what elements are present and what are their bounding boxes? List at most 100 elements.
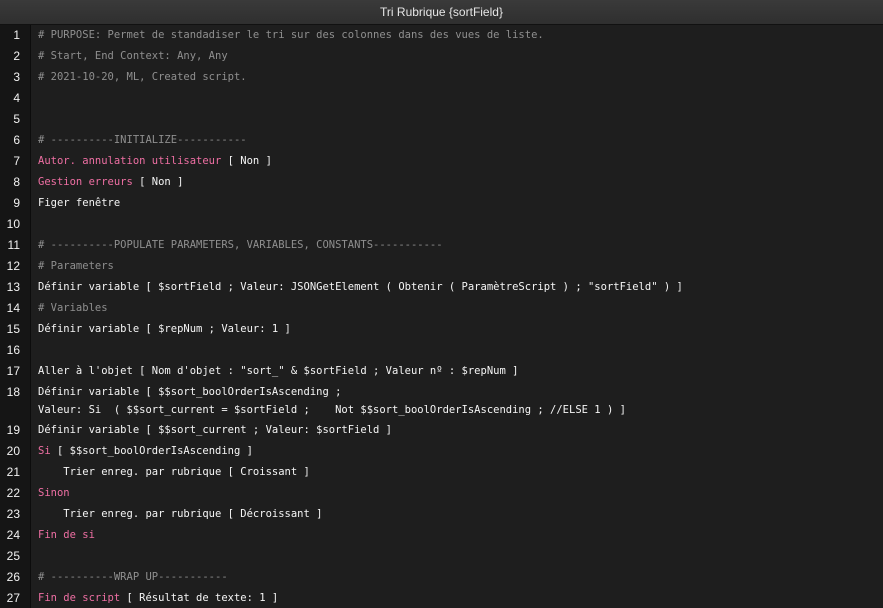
comment-text: # 2021-10-20, ML, Created script.	[38, 71, 247, 83]
line-number: 23	[6, 507, 20, 521]
step-text: Définir variable [ $repNum ; Valeur: 1 ]	[38, 323, 291, 335]
script-line[interactable]: 26 # ----------WRAP UP-----------	[0, 567, 883, 588]
line-number: 13	[6, 280, 20, 294]
comment-text: # Start, End Context: Any, Any	[38, 50, 228, 62]
line-number: 2	[13, 49, 20, 63]
script-line[interactable]: 2 # Start, End Context: Any, Any	[0, 46, 883, 67]
line-number: 18	[6, 385, 20, 399]
script-line[interactable]: 14 # Variables	[0, 298, 883, 319]
step-parameters: [ Résultat de texte: 1 ]	[120, 592, 279, 604]
script-step: # ----------INITIALIZE-----------	[38, 130, 877, 151]
line-number: 15	[6, 322, 20, 336]
script-editor[interactable]: 1 # PURPOSE: Permet de standadiser le tri…	[0, 25, 883, 608]
script-step: Trier enreg. par rubrique [ Croissant ]	[38, 462, 877, 483]
script-step: # ----------WRAP UP-----------	[38, 567, 877, 588]
step-text: Définir variable [ $$sort_current ; Vale…	[38, 424, 393, 436]
step-text: Définir variable [ $$sort_boolOrderIsAsc…	[38, 386, 626, 416]
line-number: 19	[6, 423, 20, 437]
script-step: Aller à l'objet [ Nom d'objet : "sort_" …	[38, 361, 877, 382]
script-step: Fin de script [ Résultat de texte: 1 ]	[38, 588, 877, 608]
script-step: Gestion erreurs [ Non ]	[38, 172, 877, 193]
script-line[interactable]: 9 Figer fenêtre	[0, 193, 883, 214]
line-number: 17	[6, 364, 20, 378]
script-line[interactable]: 8 Gestion erreurs [ Non ]	[0, 172, 883, 193]
step-text: Définir variable [ $sortField ; Valeur: …	[38, 281, 683, 293]
script-line[interactable]: 21 Trier enreg. par rubrique [ Croissant…	[0, 462, 883, 483]
script-line[interactable]: 18 Définir variable [ $$sort_boolOrderIsA…	[0, 382, 883, 420]
script-step: Fin de si	[38, 525, 877, 546]
script-step: Trier enreg. par rubrique [ Décroissant …	[38, 504, 877, 525]
line-number: 25	[6, 549, 20, 563]
script-line[interactable]: 1 # PURPOSE: Permet de standadiser le tri…	[0, 25, 883, 46]
script-line[interactable]: 15 Définir variable [ $repNum ; Valeur: 1…	[0, 319, 883, 340]
script-step: # Variables	[38, 298, 877, 319]
script-line[interactable]: 7 Autor. annulation utilisateur [ Non ]	[0, 151, 883, 172]
script-step: # ----------POPULATE PARAMETERS, VARIABL…	[38, 235, 877, 256]
line-number: 24	[6, 528, 20, 542]
control-keyword: Fin de script	[38, 592, 121, 604]
control-keyword: Fin de si	[38, 529, 95, 541]
line-number: 7	[13, 154, 20, 168]
line-number: 4	[13, 91, 20, 105]
script-line[interactable]: 11 # ----------POPULATE PARAMETERS, VARIA…	[0, 235, 883, 256]
script-step: Définir variable [ $$sort_boolOrderIsAsc…	[38, 383, 877, 419]
line-number: 10	[6, 217, 20, 231]
line-number: 5	[13, 112, 20, 126]
script-line[interactable]: 17 Aller à l'objet [ Nom d'objet : "sort_…	[0, 361, 883, 382]
step-parameters: [ $$sort_boolOrderIsAscending ]	[50, 445, 253, 457]
comment-text: # PURPOSE: Permet de standadiser le tri …	[38, 29, 544, 41]
comment-text: # ----------INITIALIZE-----------	[38, 134, 247, 146]
script-line[interactable]: 6 # ----------INITIALIZE-----------	[0, 130, 883, 151]
script-line[interactable]: 16	[0, 340, 883, 361]
line-number: 14	[6, 301, 20, 315]
line-number: 27	[6, 591, 20, 605]
script-line[interactable]: 13 Définir variable [ $sortField ; Valeur…	[0, 277, 883, 298]
script-line[interactable]: 22 Sinon	[0, 483, 883, 504]
line-number: 11	[7, 238, 20, 252]
line-number: 26	[6, 570, 20, 584]
script-line[interactable]: 25	[0, 546, 883, 567]
step-text: Trier enreg. par rubrique [ Croissant ]	[38, 466, 310, 478]
step-text: Aller à l'objet [ Nom d'objet : "sort_" …	[38, 365, 519, 377]
script-line[interactable]: 20 Si [ $$sort_boolOrderIsAscending ]	[0, 441, 883, 462]
script-step: Définir variable [ $$sort_current ; Vale…	[38, 420, 877, 441]
script-step: Figer fenêtre	[38, 193, 877, 214]
line-number: 21	[6, 465, 20, 479]
script-step: Sinon	[38, 483, 877, 504]
script-step: # Start, End Context: Any, Any	[38, 46, 877, 67]
script-editor-window: Tri Rubrique {sortField} 1 # PURPOSE: Per…	[0, 0, 883, 608]
script-step: Définir variable [ $sortField ; Valeur: …	[38, 277, 877, 298]
script-line[interactable]: 3 # 2021-10-20, ML, Created script.	[0, 67, 883, 88]
script-step: Autor. annulation utilisateur [ Non ]	[38, 151, 877, 172]
step-text: Figer fenêtre	[38, 197, 121, 209]
comment-text: # Variables	[38, 302, 108, 314]
script-line[interactable]: 12 # Parameters	[0, 256, 883, 277]
script-line[interactable]: 4	[0, 88, 883, 109]
line-number: 9	[13, 196, 20, 210]
control-keyword: Sinon	[38, 487, 70, 499]
script-line[interactable]: 5	[0, 109, 883, 130]
comment-text: # ----------POPULATE PARAMETERS, VARIABL…	[38, 239, 443, 251]
control-keyword: Si	[38, 445, 51, 457]
line-number: 12	[6, 259, 20, 273]
control-keyword: Gestion erreurs	[38, 176, 133, 188]
script-line[interactable]: 23 Trier enreg. par rubrique [ Décroissa…	[0, 504, 883, 525]
line-number: 3	[13, 70, 20, 84]
window-title: Tri Rubrique {sortField}	[0, 0, 883, 25]
script-step: Définir variable [ $repNum ; Valeur: 1 ]	[38, 319, 877, 340]
comment-text: # Parameters	[38, 260, 114, 272]
line-number: 6	[13, 133, 20, 147]
script-line[interactable]: 24 Fin de si	[0, 525, 883, 546]
script-line[interactable]: 19 Définir variable [ $$sort_current ; Va…	[0, 420, 883, 441]
script-step: # 2021-10-20, ML, Created script.	[38, 67, 877, 88]
line-number: 22	[6, 486, 20, 500]
control-keyword: Autor. annulation utilisateur	[38, 155, 222, 167]
script-line[interactable]: 10	[0, 214, 883, 235]
line-number: 8	[13, 175, 20, 189]
line-number: 20	[6, 444, 20, 458]
line-number: 16	[6, 343, 20, 357]
script-step: # PURPOSE: Permet de standadiser le tri …	[38, 25, 877, 46]
step-parameters: [ Non ]	[132, 176, 184, 188]
script-line[interactable]: 27 Fin de script [ Résultat de texte: 1 ]	[0, 588, 883, 608]
script-step: # Parameters	[38, 256, 877, 277]
